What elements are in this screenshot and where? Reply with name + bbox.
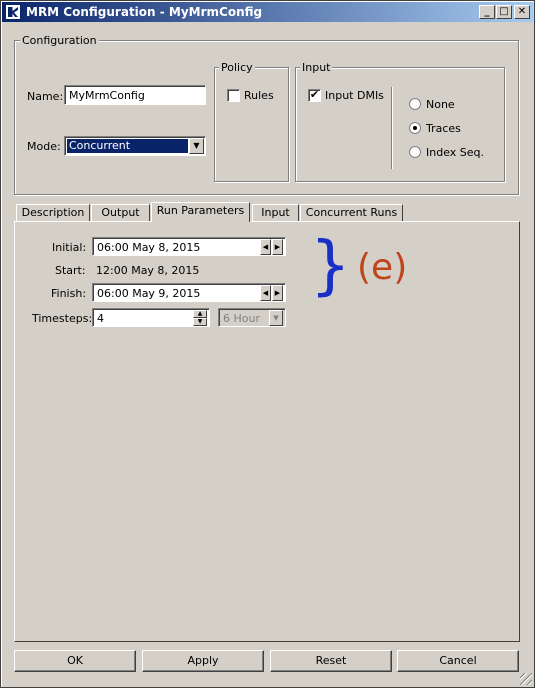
policy-group <box>214 67 289 182</box>
name-input[interactable]: MyMrmConfig <box>64 85 206 105</box>
tab-description[interactable]: Description <box>16 204 90 222</box>
annotation-label: (e) <box>357 247 408 288</box>
finish-next-icon[interactable]: ▶ <box>272 285 283 301</box>
app-icon <box>5 4 21 20</box>
start-label: Start: <box>55 264 86 277</box>
finish-datetime[interactable]: 06:00 May 9, 2015 ◀ ▶ <box>92 283 286 302</box>
ok-button[interactable]: OK <box>14 650 136 672</box>
minimize-icon[interactable]: _ <box>479 5 495 19</box>
timesteps-down-icon[interactable]: ▼ <box>193 318 207 326</box>
close-icon[interactable]: ✕ <box>514 5 530 19</box>
finish-label: Finish: <box>51 287 87 300</box>
timestep-unit-select: 6 Hour ▼ <box>218 308 286 327</box>
timesteps-value: 4 <box>97 312 104 325</box>
tab-concurrent-runs[interactable]: Concurrent Runs <box>300 204 403 222</box>
input-legend: Input <box>300 61 333 74</box>
initial-value: 06:00 May 8, 2015 <box>97 241 201 254</box>
timestep-unit-value: 6 Hour <box>223 312 260 325</box>
timesteps-up-icon[interactable]: ▲ <box>193 310 207 318</box>
start-value: 12:00 May 8, 2015 <box>96 264 200 277</box>
none-radio[interactable] <box>409 98 421 110</box>
dropdown-arrow-icon[interactable]: ▼ <box>189 138 204 154</box>
policy-legend: Policy <box>219 61 255 74</box>
finish-value: 06:00 May 9, 2015 <box>97 287 201 300</box>
unit-dropdown-arrow-icon: ▼ <box>269 310 283 326</box>
apply-button[interactable]: Apply <box>142 650 264 672</box>
mode-select[interactable]: Concurrent ▼ <box>64 136 206 156</box>
initial-datetime[interactable]: 06:00 May 8, 2015 ◀ ▶ <box>92 237 286 256</box>
configuration-legend: Configuration <box>20 34 99 47</box>
tab-output[interactable]: Output <box>91 204 150 222</box>
index-seq-radio[interactable] <box>409 146 421 158</box>
tab-run-parameters[interactable]: Run Parameters <box>151 202 250 222</box>
window-title: MRM Configuration - MyMrmConfig <box>26 5 263 19</box>
input-separator <box>391 87 393 169</box>
input-dmis-label: Input DMIs <box>325 89 384 102</box>
timesteps-label: Timesteps: <box>32 312 93 325</box>
timesteps-spinner[interactable]: 4 ▲ ▼ <box>92 308 210 327</box>
reset-button[interactable]: Reset <box>270 650 392 672</box>
none-radio-label: None <box>426 98 455 111</box>
traces-radio-label: Traces <box>426 122 461 135</box>
tab-input[interactable]: Input <box>252 204 299 222</box>
annotation-brace: } <box>310 229 351 303</box>
initial-label: Initial: <box>52 241 87 254</box>
input-dmis-checkbox[interactable]: ✔ <box>308 89 321 102</box>
mode-selected-value: Concurrent <box>67 139 188 153</box>
rules-label: Rules <box>244 89 274 102</box>
finish-prev-icon[interactable]: ◀ <box>260 285 271 301</box>
name-label: Name: <box>27 90 64 103</box>
cancel-button[interactable]: Cancel <box>397 650 519 672</box>
index-seq-radio-label: Index Seq. <box>426 146 485 159</box>
mode-label: Mode: <box>27 140 61 153</box>
rules-checkbox[interactable] <box>227 89 240 102</box>
resize-grip-icon[interactable] <box>520 673 532 685</box>
traces-radio[interactable] <box>409 122 421 134</box>
maximize-icon[interactable]: □ <box>496 5 512 19</box>
input-group <box>295 67 505 182</box>
title-bar[interactable]: MRM Configuration - MyMrmConfig _ □ ✕ <box>2 2 533 22</box>
initial-next-icon[interactable]: ▶ <box>272 239 283 255</box>
initial-prev-icon[interactable]: ◀ <box>260 239 271 255</box>
